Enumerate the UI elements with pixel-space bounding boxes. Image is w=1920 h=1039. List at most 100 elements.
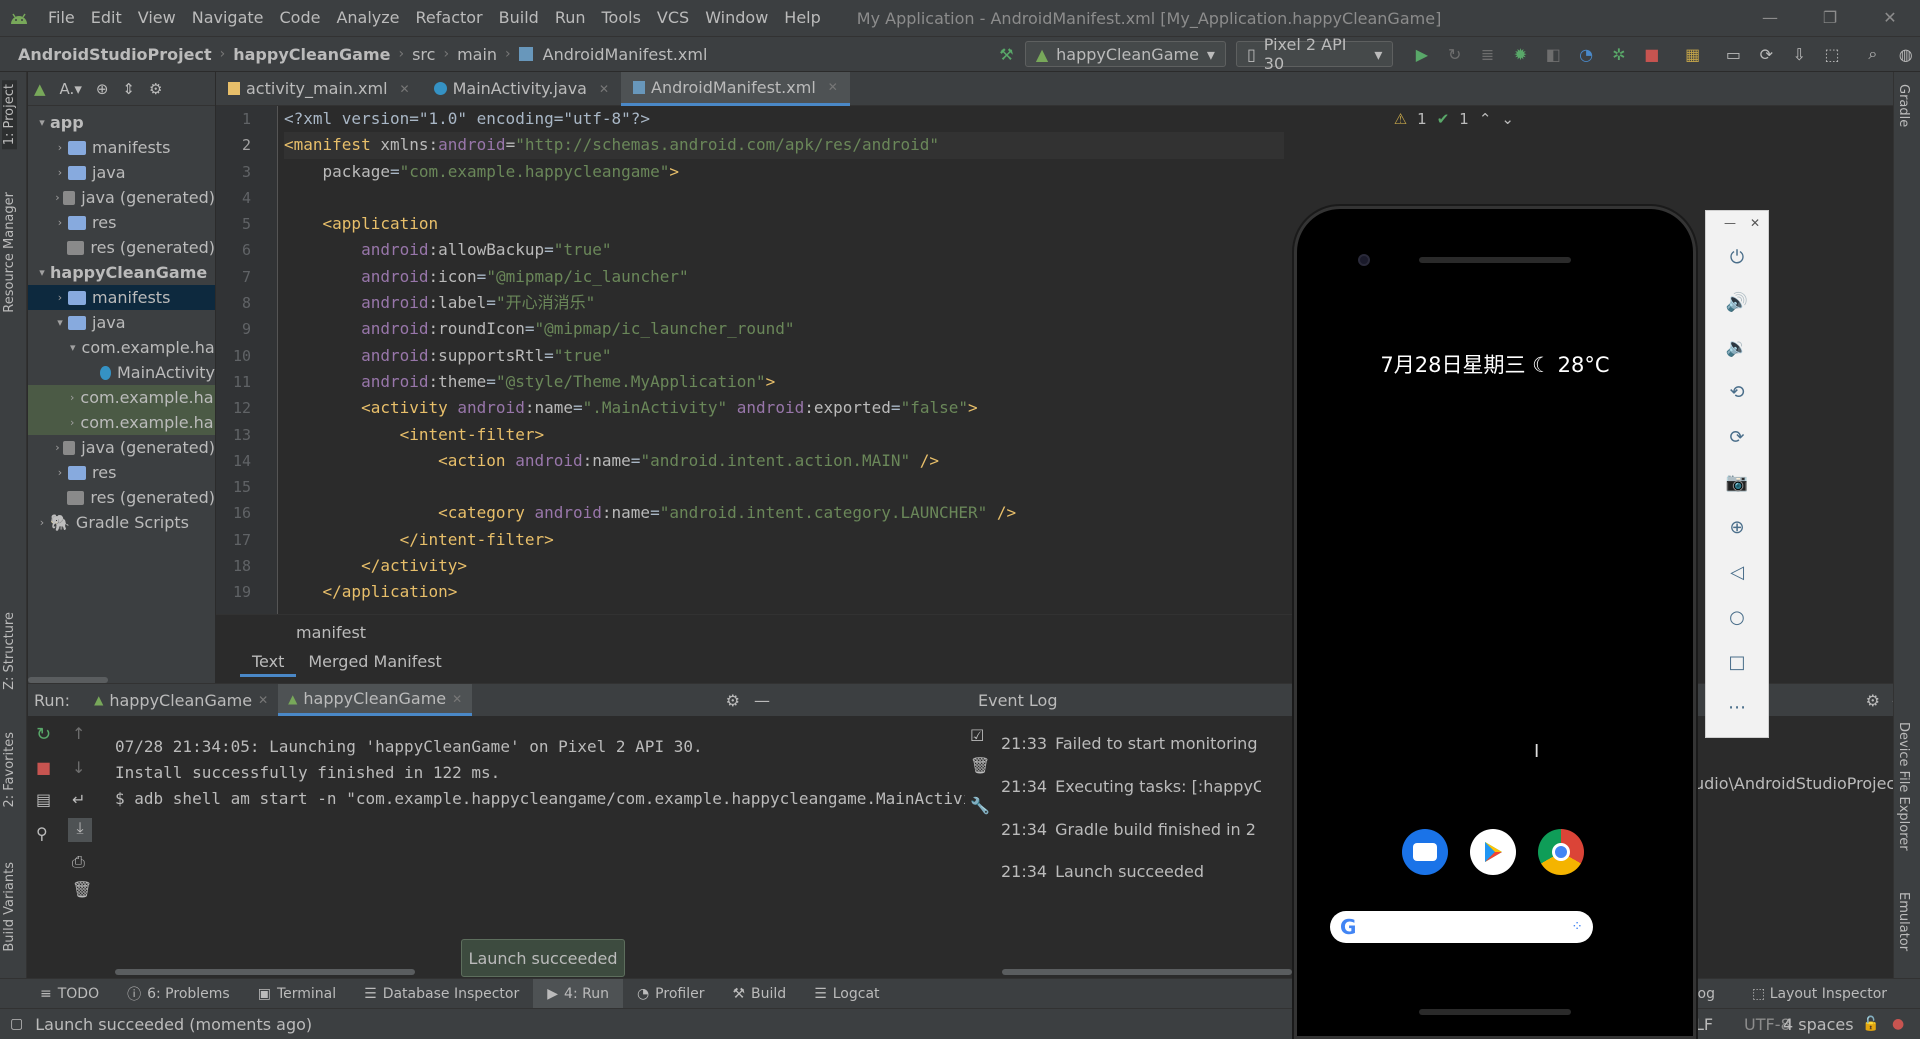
overview-icon[interactable]: □ bbox=[1706, 640, 1768, 685]
expand-arrow-icon[interactable]: ▾ bbox=[52, 316, 68, 329]
resource-manager-tool-tab[interactable]: Resource Manager bbox=[2, 192, 17, 313]
locate-icon[interactable]: ⊕ bbox=[96, 80, 109, 98]
gear-icon[interactable]: ⚙ bbox=[726, 691, 740, 710]
hide-panel-icon[interactable]: — bbox=[754, 691, 770, 710]
close-tab-icon[interactable]: ✕ bbox=[599, 82, 609, 96]
tree-item[interactable]: ▾ com.example.happycleangame bbox=[28, 335, 215, 360]
run-config-select[interactable]: ▲ happyCleanGame ▾ bbox=[1024, 41, 1226, 67]
coverage-icon[interactable]: ◧ bbox=[1539, 39, 1568, 69]
tree-item[interactable]: ▾ java bbox=[28, 310, 215, 335]
breadcrumb-src[interactable]: src bbox=[408, 45, 439, 64]
console-output[interactable]: 07/28 21:34:05: Launching 'happyCleanGam… bbox=[115, 734, 965, 812]
editor-tab[interactable]: AndroidManifest.xml ✕ bbox=[621, 71, 850, 106]
menu-file[interactable]: File bbox=[40, 0, 83, 36]
emulator-tool-tab[interactable]: Emulator bbox=[1896, 892, 1911, 951]
bottom-tab[interactable]: ⓘ 6: Problems bbox=[113, 979, 244, 1009]
editor-tab[interactable]: activity_main.xml ✕ bbox=[216, 72, 422, 106]
structure-tool-tab[interactable]: Z: Structure bbox=[2, 612, 17, 690]
tree-item[interactable]: › 🐘 Gradle Scripts bbox=[28, 510, 215, 535]
mark-all-read-icon[interactable]: ☑ bbox=[970, 726, 984, 745]
menu-analyze[interactable]: Analyze bbox=[328, 0, 407, 36]
collapse-arrow-icon[interactable]: › bbox=[52, 166, 68, 179]
more-icon[interactable]: ⋯ bbox=[1706, 685, 1768, 730]
project-tool-tab[interactable]: 1: Project bbox=[2, 80, 17, 150]
debug-icon[interactable]: ✹ bbox=[1506, 39, 1535, 69]
scroll-to-end-icon[interactable]: ⤓ bbox=[68, 818, 92, 842]
stop-icon[interactable]: ■ bbox=[1637, 39, 1666, 69]
device-select[interactable]: ▯ Pixel 2 API 30 ▾ bbox=[1235, 35, 1394, 73]
tree-item[interactable]: › java bbox=[28, 160, 215, 185]
tree-item[interactable]: › manifests bbox=[28, 285, 215, 310]
breadcrumb-module[interactable]: happyCleanGame bbox=[229, 45, 394, 64]
rerun-icon[interactable]: ↻ bbox=[36, 724, 51, 745]
collapse-arrow-icon[interactable]: › bbox=[70, 391, 74, 404]
avd-manager-icon[interactable]: ▭ bbox=[1719, 39, 1748, 69]
menu-code[interactable]: Code bbox=[272, 0, 329, 36]
horizontal-scrollbar[interactable] bbox=[115, 969, 415, 975]
tree-item[interactable]: › res bbox=[28, 460, 215, 485]
attach-debugger-icon[interactable]: ✲ bbox=[1605, 39, 1634, 69]
run-tab[interactable]: ▲ happyCleanGame ✕ bbox=[84, 684, 278, 716]
collapse-arrow-icon[interactable]: › bbox=[34, 516, 50, 529]
print-icon[interactable]: ⎙ bbox=[72, 852, 85, 872]
volume-up-icon[interactable]: 🔊 bbox=[1706, 280, 1768, 325]
inspection-widget[interactable]: ⚠ 1 ✔ 1 ⌃ ⌄ bbox=[1394, 110, 1514, 128]
scroll-up-icon[interactable]: ↑ bbox=[72, 724, 85, 743]
event-entry[interactable]: 21:34 Gradle build finished in 2 s 72 ms bbox=[1001, 820, 1261, 839]
xml-breadcrumb[interactable]: manifest bbox=[296, 623, 366, 642]
tree-item[interactable]: MainActivity bbox=[28, 360, 215, 385]
lock-icon[interactable]: 🔓 bbox=[1862, 1016, 1879, 1032]
collapse-arrow-icon[interactable]: › bbox=[52, 441, 63, 454]
layout-inspector-icon[interactable]: ⬚ bbox=[1818, 39, 1847, 69]
breadcrumb-project[interactable]: AndroidStudioProject bbox=[14, 45, 216, 64]
code-area[interactable]: <?xml version="1.0" encoding="utf-8"?> <m… bbox=[284, 106, 1284, 614]
tree-item[interactable]: › manifests bbox=[28, 135, 215, 160]
search-icon[interactable]: ⌕ bbox=[1858, 39, 1887, 69]
menu-navigate[interactable]: Navigate bbox=[184, 0, 272, 36]
collapse-arrow-icon[interactable]: › bbox=[52, 141, 68, 154]
messages-icon[interactable] bbox=[1402, 829, 1448, 875]
home-icon[interactable]: ○ bbox=[1706, 595, 1768, 640]
bottom-tab[interactable]: ☰ Database Inspector bbox=[350, 979, 533, 1009]
favorites-tool-tab[interactable]: 2: Favorites bbox=[2, 732, 17, 808]
trash-icon[interactable]: 🗑 bbox=[970, 756, 990, 775]
date-weather-widget[interactable]: 7月28日星期三 ☾ 28°C bbox=[1297, 349, 1693, 379]
expand-arrow-icon[interactable]: ▾ bbox=[70, 341, 76, 354]
microphone-icon[interactable]: ⁘ bbox=[1571, 919, 1583, 935]
apply-changes-restart-icon[interactable]: ↻ bbox=[1440, 39, 1469, 69]
chrome-icon[interactable] bbox=[1538, 829, 1584, 875]
wrench-icon[interactable]: 🔧 bbox=[970, 796, 990, 815]
event-entry[interactable]: 21:34 Executing tasks: [:happyCleanGame:a… bbox=[1001, 777, 1261, 796]
bottom-tab[interactable]: ≡ TODO bbox=[26, 979, 113, 1009]
menu-window[interactable]: Window bbox=[697, 0, 776, 36]
close-window-icon[interactable]: ✕ bbox=[1860, 0, 1920, 36]
bottom-tab[interactable]: ⚒ Build bbox=[718, 979, 800, 1009]
rotate-left-icon[interactable]: ⟲ bbox=[1706, 370, 1768, 415]
collapse-all-icon[interactable]: ⇕ bbox=[122, 80, 135, 98]
expand-arrow-icon[interactable]: ▾ bbox=[34, 116, 50, 129]
run-icon[interactable]: ▶ bbox=[1407, 39, 1436, 69]
restore-icon[interactable]: ❐ bbox=[1800, 0, 1860, 36]
close-tab-icon[interactable]: ✕ bbox=[400, 82, 410, 96]
menu-build[interactable]: Build bbox=[491, 0, 547, 36]
indent-setting[interactable]: 4 spaces bbox=[1783, 1015, 1854, 1034]
collapse-arrow-icon[interactable]: › bbox=[52, 191, 63, 204]
bottom-tab[interactable]: ▣ Terminal bbox=[244, 979, 350, 1009]
back-icon[interactable]: ◁ bbox=[1706, 550, 1768, 595]
close-tab-icon[interactable]: ✕ bbox=[258, 693, 268, 707]
close-tab-icon[interactable]: ✕ bbox=[828, 80, 838, 94]
menu-vcs[interactable]: VCS bbox=[649, 0, 697, 36]
line-separator[interactable]: LF bbox=[1695, 1015, 1713, 1034]
gear-icon[interactable]: ⚙ bbox=[149, 80, 162, 98]
trash-icon[interactable]: 🗑 bbox=[72, 880, 92, 899]
menu-run[interactable]: Run bbox=[547, 0, 594, 36]
rotate-right-icon[interactable]: ⟳ bbox=[1706, 415, 1768, 460]
tree-item[interactable]: ▾ happyCleanGame bbox=[28, 260, 215, 285]
sdk-manager-icon[interactable]: ⇩ bbox=[1785, 39, 1814, 69]
chevron-up-icon[interactable]: ⌃ bbox=[1479, 110, 1492, 128]
event-entry[interactable]: 21:33 Failed to start monitoring emulator bbox=[1001, 734, 1261, 753]
menu-edit[interactable]: Edit bbox=[83, 0, 130, 36]
minimize-icon[interactable]: — bbox=[1740, 0, 1800, 36]
horizontal-scrollbar[interactable] bbox=[1002, 969, 1292, 975]
menu-view[interactable]: View bbox=[130, 0, 184, 36]
